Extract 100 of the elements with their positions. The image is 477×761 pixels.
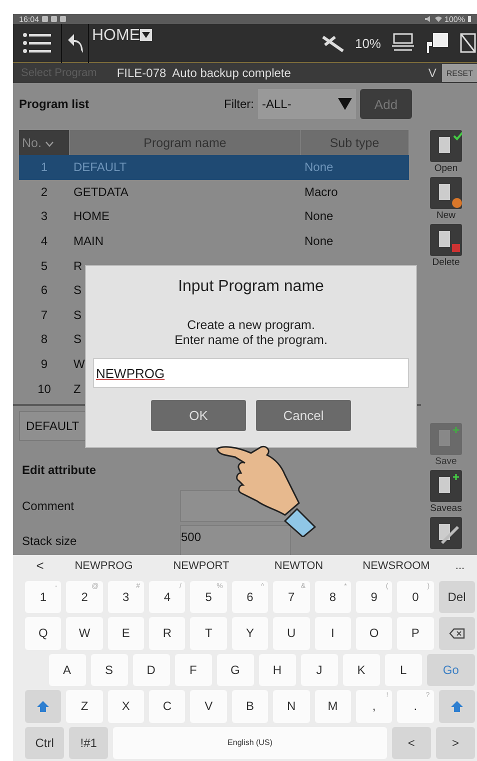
row-number[interactable]: 8 xyxy=(19,327,70,352)
program-name: DEFAULT xyxy=(74,160,127,174)
key[interactable]: O xyxy=(356,617,392,650)
program-name: HOME xyxy=(74,209,110,224)
name-button[interactable] xyxy=(430,517,462,549)
open-button[interactable]: Open xyxy=(430,130,462,174)
status-message: FILE-078 Auto backup complete xyxy=(116,66,292,80)
field-label: Stack size xyxy=(21,534,78,548)
suggestion[interactable]: NEWPORT xyxy=(152,560,250,572)
key[interactable]: U xyxy=(273,617,310,650)
row-number[interactable]: 9 xyxy=(19,352,70,376)
new-button[interactable]: New xyxy=(430,177,462,221)
status-time: 16:04 xyxy=(19,14,40,24)
key[interactable]: N xyxy=(273,690,310,723)
key[interactable]: K xyxy=(342,654,380,686)
key[interactable]: D xyxy=(132,654,170,686)
program-name: S xyxy=(74,308,82,322)
key[interactable]: Del xyxy=(438,580,475,614)
key[interactable]: C xyxy=(149,690,186,723)
row-number[interactable]: 5 xyxy=(19,253,70,278)
reset-button[interactable]: RESET xyxy=(442,64,477,82)
space-key[interactable]: English (US) xyxy=(113,726,387,759)
filter-dropdown[interactable]: -ALL- xyxy=(258,89,356,119)
crossed-tool-icon[interactable] xyxy=(320,33,345,53)
sort-chevron-icon xyxy=(44,140,54,146)
input-field[interactable]: 500 xyxy=(180,525,291,555)
program-name: Z xyxy=(74,382,81,396)
document-delete-icon xyxy=(430,224,462,256)
key[interactable]: !#1 xyxy=(69,726,108,759)
key[interactable]: R xyxy=(149,617,186,650)
program-name: GETDATA xyxy=(74,184,128,199)
suggestion[interactable]: NEWTON xyxy=(250,560,348,572)
key[interactable]: Ctrl xyxy=(25,726,64,759)
more-suggestions[interactable]: ... xyxy=(445,560,475,572)
row-number[interactable]: 2 xyxy=(19,180,70,204)
suggestion[interactable]: NEWPROG xyxy=(55,560,152,572)
shift-key[interactable] xyxy=(25,690,62,723)
key[interactable]: S xyxy=(90,654,128,686)
dropdown-icon[interactable] xyxy=(140,29,152,41)
shift-arrow-icon xyxy=(37,700,50,712)
pencil-icon xyxy=(430,517,462,549)
key[interactable]: E xyxy=(108,617,144,650)
wifi-icon xyxy=(434,16,442,22)
key[interactable]: I xyxy=(314,617,351,650)
backspace-key[interactable] xyxy=(438,617,475,650)
key[interactable]: Q xyxy=(25,617,62,650)
key[interactable]: V xyxy=(190,690,227,723)
row-number[interactable]: 6 xyxy=(19,278,70,303)
section-title: Program list xyxy=(19,97,90,111)
row-number[interactable]: 4 xyxy=(19,228,70,254)
backspace-icon xyxy=(448,628,465,639)
key[interactable]: > xyxy=(436,726,476,759)
suggestion[interactable]: NEWSROOM xyxy=(348,560,445,572)
document-plus-icon xyxy=(430,470,462,502)
key[interactable]: L xyxy=(384,654,422,686)
ok-button[interactable]: OK xyxy=(151,400,246,431)
delete-button[interactable]: Delete xyxy=(430,224,462,268)
key[interactable]: G xyxy=(216,654,254,686)
key[interactable]: F xyxy=(174,654,212,686)
dialog-message: Enter name of the program. xyxy=(174,333,328,348)
auto-mode-icon[interactable] xyxy=(391,33,415,53)
row-number[interactable]: 10 xyxy=(19,376,70,401)
field-label: Comment xyxy=(21,499,76,514)
row-number[interactable]: 7 xyxy=(19,302,70,328)
suggestion-back[interactable]: < xyxy=(25,558,55,574)
key[interactable]: B xyxy=(232,690,268,723)
saveas-button[interactable]: Saveas xyxy=(430,470,462,514)
dialog-title: Input Program name xyxy=(178,278,324,296)
program-name: S xyxy=(74,283,82,298)
key[interactable]: X xyxy=(108,690,144,723)
key[interactable]: W xyxy=(66,617,103,650)
row-number[interactable]: 3 xyxy=(19,204,70,229)
expand-toggle[interactable]: V xyxy=(428,66,436,80)
key[interactable]: H xyxy=(258,654,296,686)
key[interactable]: P xyxy=(397,617,434,650)
key[interactable]: < xyxy=(392,726,431,759)
program-name: W xyxy=(74,357,85,372)
shift-arrow-icon xyxy=(450,700,463,712)
mute-icon xyxy=(424,16,432,22)
sub-type: None xyxy=(304,234,334,248)
document-check-icon xyxy=(430,130,462,162)
crossed-box-icon[interactable] xyxy=(459,32,477,54)
menu-icon xyxy=(23,33,51,53)
key[interactable]: Y xyxy=(232,617,268,650)
document-plus-icon xyxy=(430,423,462,455)
speed-value: 10% xyxy=(354,36,381,50)
cancel-button[interactable]: Cancel xyxy=(256,400,351,431)
key[interactable]: M xyxy=(314,690,351,723)
key[interactable]: Z xyxy=(66,690,103,723)
program-title: HOME xyxy=(92,27,140,45)
input-field[interactable]: NEWPROG xyxy=(93,358,409,388)
key[interactable]: A xyxy=(48,654,86,686)
program-name: MAIN xyxy=(74,234,104,248)
shift-key[interactable] xyxy=(438,690,475,723)
key[interactable]: J xyxy=(300,654,338,686)
back-arrow-icon xyxy=(67,33,83,53)
dropdown-arrow-icon xyxy=(338,98,352,110)
key[interactable]: T xyxy=(190,617,227,650)
program-name: R xyxy=(74,258,82,273)
battery-icon xyxy=(468,16,471,22)
